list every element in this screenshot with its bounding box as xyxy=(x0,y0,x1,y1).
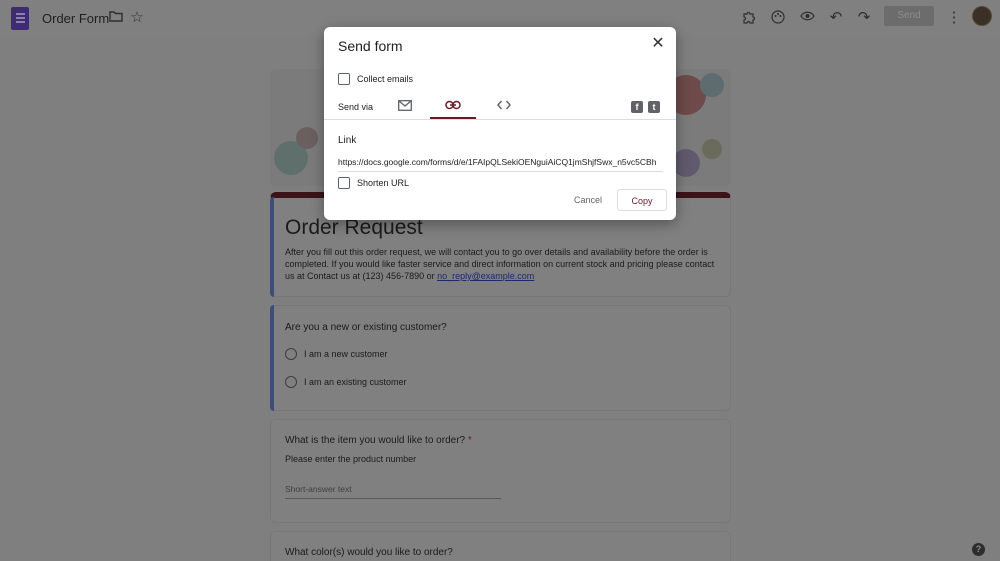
embed-code-icon xyxy=(497,100,511,110)
email-link[interactable]: no_reply@example.com xyxy=(437,271,534,281)
more-vert-icon[interactable]: ⋮ xyxy=(945,10,963,26)
shorten-url-checkbox[interactable] xyxy=(338,177,350,189)
dialog-title: Send form xyxy=(338,38,403,54)
radio-option-label: I am a new customer xyxy=(304,349,388,359)
undo-icon[interactable]: ↶ xyxy=(827,10,845,26)
collect-emails-checkbox[interactable] xyxy=(338,73,350,85)
send-form-dialog: Send form ✕ Collect emails Send via f t … xyxy=(324,27,676,220)
send-button[interactable]: Send xyxy=(884,6,934,26)
tab-link[interactable] xyxy=(430,95,476,119)
tab-embed[interactable] xyxy=(481,95,527,119)
facebook-icon[interactable]: f xyxy=(631,101,643,113)
question-title[interactable]: What is the item you would like to order… xyxy=(285,435,472,446)
radio-option-label: I am an existing customer xyxy=(304,377,407,387)
collect-emails-label: Collect emails xyxy=(357,74,414,84)
collect-emails-option[interactable]: Collect emails xyxy=(338,73,413,85)
palette-icon[interactable] xyxy=(769,10,787,28)
document-title[interactable]: Order Form xyxy=(42,11,109,26)
puzzle-icon[interactable] xyxy=(740,10,758,28)
shorten-url-option[interactable]: Shorten URL xyxy=(338,177,409,189)
radio-button[interactable] xyxy=(285,376,297,388)
send-via-label: Send via xyxy=(338,102,374,112)
radio-button[interactable] xyxy=(285,348,297,360)
radio-option-new-customer[interactable]: I am a new customer xyxy=(285,347,388,361)
forms-logo-icon[interactable] xyxy=(11,7,29,30)
email-icon xyxy=(398,100,412,111)
question-title[interactable]: Are you a new or existing customer? xyxy=(285,322,447,333)
question-helper-text: Please enter the product number xyxy=(285,454,417,464)
question-title-text: What is the item you would like to order… xyxy=(285,435,466,446)
copy-button[interactable]: Copy xyxy=(617,189,667,211)
form-url-field[interactable]: https://docs.google.com/forms/d/e/1FAIpQ… xyxy=(338,157,663,172)
folder-icon[interactable] xyxy=(107,10,125,26)
tab-email[interactable] xyxy=(382,95,428,119)
avatar[interactable] xyxy=(972,6,992,26)
star-icon[interactable]: ☆ xyxy=(128,10,146,26)
redo-icon[interactable]: ↷ xyxy=(855,10,873,26)
link-section-label: Link xyxy=(338,135,357,146)
cancel-button[interactable]: Cancel xyxy=(566,189,610,211)
eye-icon[interactable] xyxy=(798,10,816,26)
active-card-indicator xyxy=(270,197,274,297)
dialog-divider xyxy=(324,119,676,120)
radio-option-existing-customer[interactable]: I am an existing customer xyxy=(285,375,407,389)
help-icon[interactable]: ? xyxy=(972,543,985,556)
question-title[interactable]: What color(s) would you like to order? xyxy=(285,547,453,558)
question-card-item[interactable]: What is the item you would like to order… xyxy=(270,419,731,523)
active-card-indicator xyxy=(270,305,274,411)
required-mark: * xyxy=(467,435,472,446)
link-icon xyxy=(445,100,461,110)
twitter-icon[interactable]: t xyxy=(648,101,660,113)
question-card-customer-type[interactable]: Are you a new or existing customer? I am… xyxy=(270,305,731,411)
shorten-url-label: Shorten URL xyxy=(357,178,410,188)
short-answer-field[interactable]: Short-answer text xyxy=(285,484,501,499)
question-card-color[interactable]: What color(s) would you like to order? xyxy=(270,531,731,561)
form-description[interactable]: After you fill out this order request, w… xyxy=(285,246,717,282)
close-icon[interactable]: ✕ xyxy=(650,36,666,52)
